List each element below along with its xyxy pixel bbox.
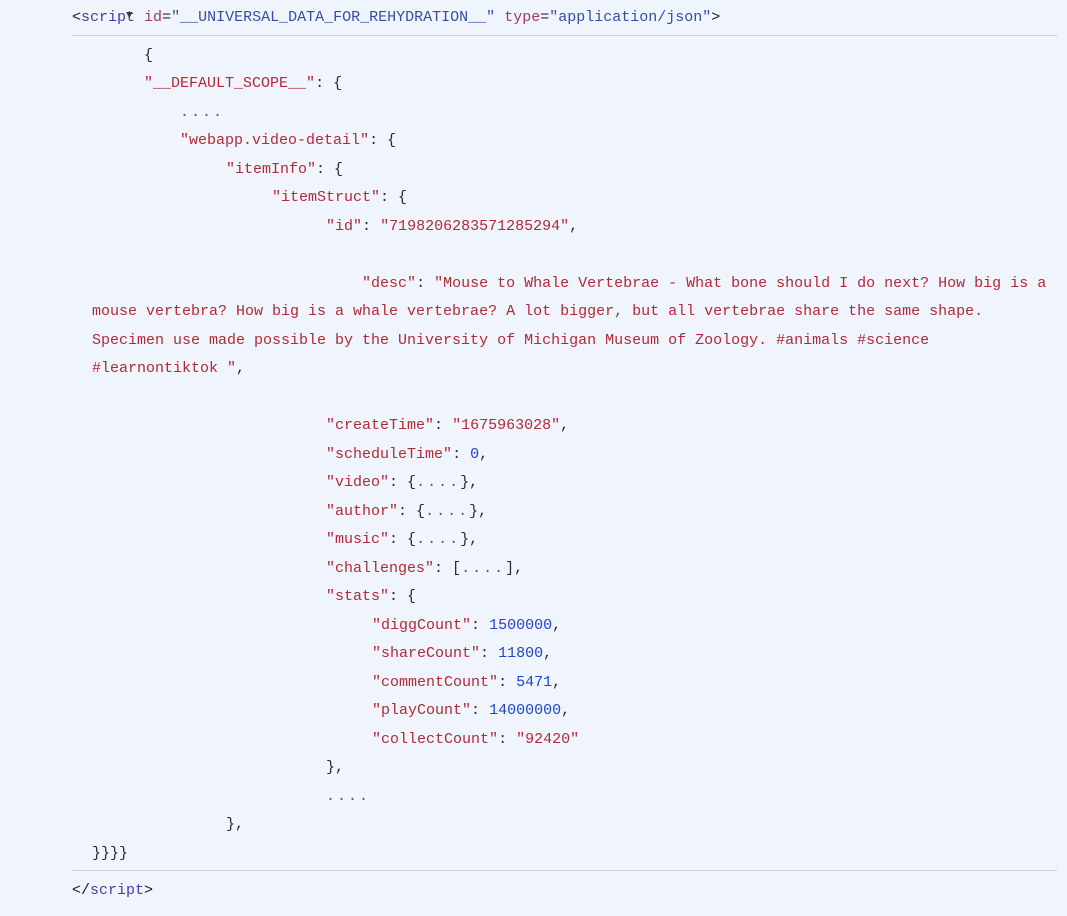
json-commentcount[interactable]: "commentCount": 5471, <box>72 669 1057 698</box>
json-collectcount[interactable]: "collectCount": "92420" <box>72 726 1057 755</box>
json-diggcount[interactable]: "diggCount": 1500000, <box>72 612 1057 641</box>
separator-line <box>72 35 1057 36</box>
json-desc[interactable]: "desc": "Mouse to Whale Vertebrae - What… <box>72 241 1057 412</box>
json-itemstruct[interactable]: "itemStruct": { <box>72 184 1057 213</box>
json-iteminfo[interactable]: "itemInfo": { <box>72 156 1057 185</box>
script-close-line[interactable]: </script> <box>72 877 1057 906</box>
json-music[interactable]: "music": {....}, <box>72 526 1057 555</box>
json-scheduletime[interactable]: "scheduleTime": 0, <box>72 441 1057 470</box>
separator-line-bottom <box>72 870 1057 871</box>
json-itemstruct-close[interactable]: }, <box>72 811 1057 840</box>
json-default-scope[interactable]: "__DEFAULT_SCOPE__": { <box>72 70 1057 99</box>
json-close-braces[interactable]: }}}} <box>72 840 1057 869</box>
json-video-detail[interactable]: "webapp.video-detail": { <box>72 127 1057 156</box>
json-ellipsis-end[interactable]: .... <box>72 783 1057 812</box>
json-stats[interactable]: "stats": { <box>72 583 1057 612</box>
json-video[interactable]: "video": {....}, <box>72 469 1057 498</box>
attr-type-name: type <box>504 9 540 26</box>
json-open-brace[interactable]: { <box>72 42 1057 71</box>
attr-id-value: "__UNIVERSAL_DATA_FOR_REHYDRATION__" <box>171 9 495 26</box>
json-sharecount[interactable]: "shareCount": 11800, <box>72 640 1057 669</box>
angle-bracket-open: < <box>72 9 81 26</box>
attr-type-value: "application/json" <box>549 9 711 26</box>
json-ellipsis[interactable]: .... <box>72 99 1057 128</box>
json-playcount[interactable]: "playCount": 14000000, <box>72 697 1057 726</box>
attr-id-name: id <box>144 9 162 26</box>
json-challenges[interactable]: "challenges": [....], <box>72 555 1057 584</box>
json-stats-close[interactable]: }, <box>72 754 1057 783</box>
script-open-line[interactable]: ▼ <script id="__UNIVERSAL_DATA_FOR_REHYD… <box>72 4 1057 33</box>
expand-toggle-icon[interactable]: ▼ <box>126 6 133 27</box>
json-createtime[interactable]: "createTime": "1675963028", <box>72 412 1057 441</box>
devtools-source-view: ▼ <script id="__UNIVERSAL_DATA_FOR_REHYD… <box>0 4 1067 906</box>
json-id[interactable]: "id": "7198206283571285294", <box>72 213 1057 242</box>
json-author[interactable]: "author": {....}, <box>72 498 1057 527</box>
